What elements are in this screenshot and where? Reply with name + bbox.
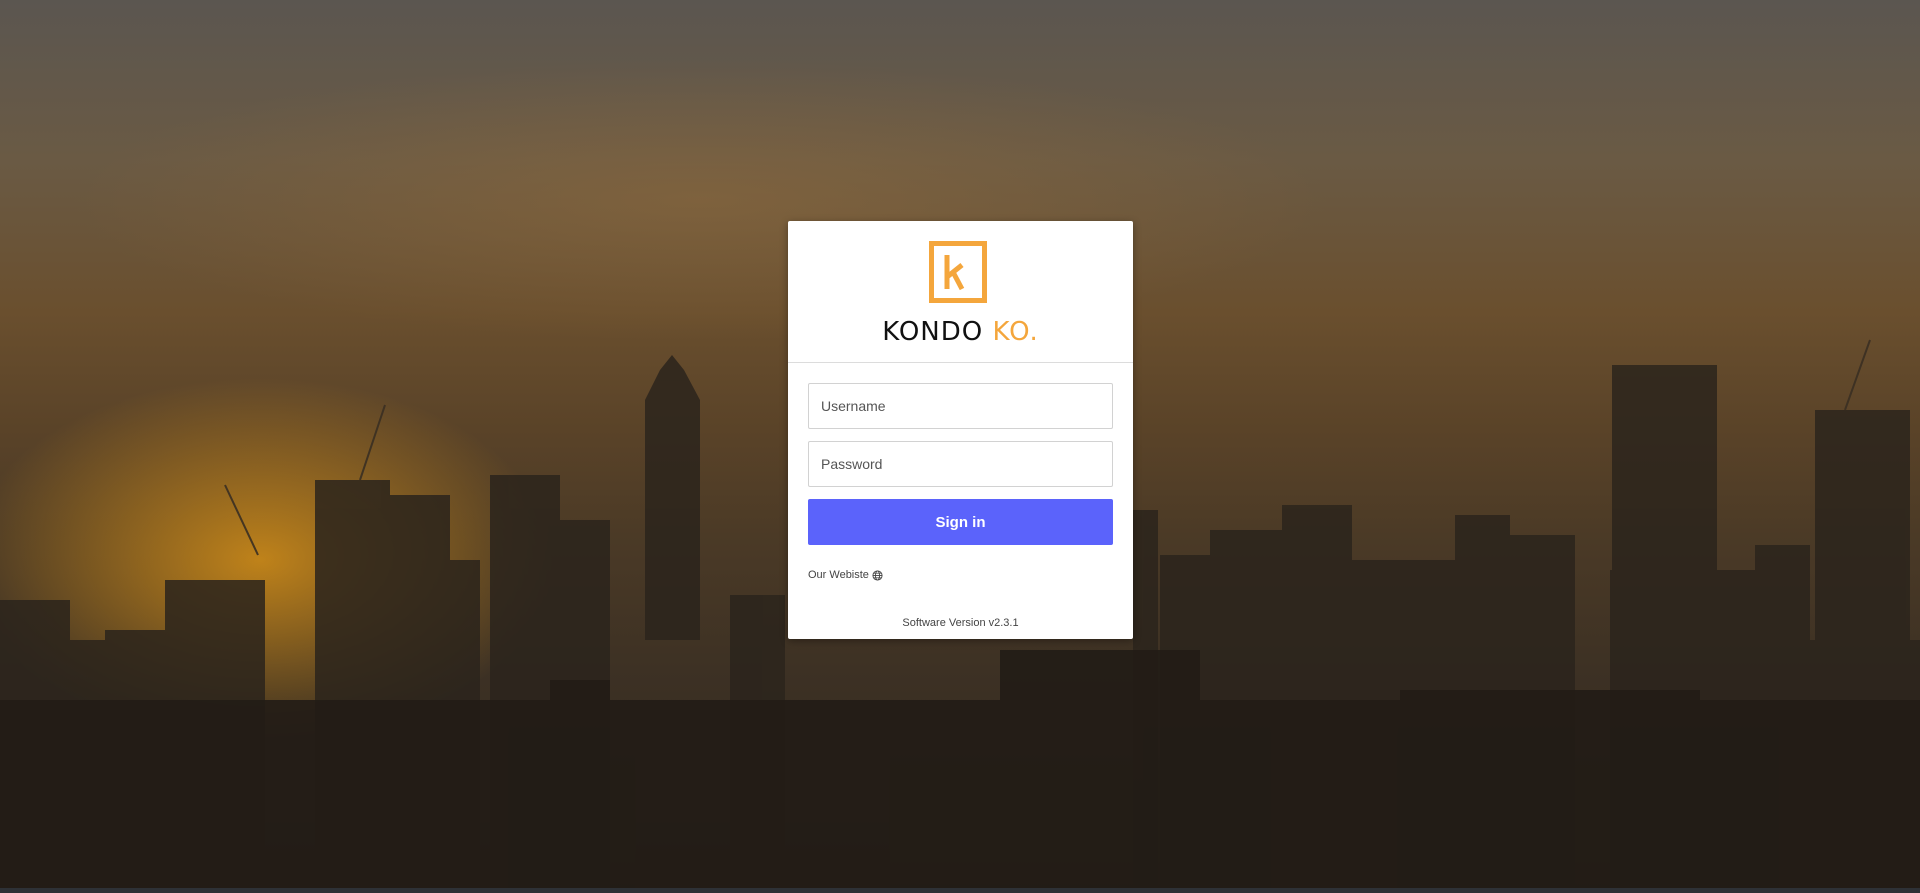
globe-icon xyxy=(872,569,883,581)
our-website-label: Our Webiste xyxy=(808,569,869,581)
brand-name-part1: KONDO xyxy=(882,317,984,347)
brand-wordmark: KONDO KO. xyxy=(788,317,1133,347)
k-square-logo-icon xyxy=(929,241,987,303)
password-input[interactable] xyxy=(808,441,1113,487)
our-website-link[interactable]: Our Webiste xyxy=(808,569,883,581)
sign-in-button[interactable]: Sign in xyxy=(808,499,1113,545)
bottom-bar xyxy=(0,888,1920,893)
username-input[interactable] xyxy=(808,383,1113,429)
login-card: KONDO KO. Sign in Our Webiste Software V… xyxy=(788,221,1133,639)
login-form: Sign in Our Webiste xyxy=(788,383,1133,583)
login-card-header: KONDO KO. xyxy=(788,221,1133,363)
software-version: Software Version v2.3.1 xyxy=(902,617,1019,629)
brand-name-part2: KO. xyxy=(992,317,1039,347)
